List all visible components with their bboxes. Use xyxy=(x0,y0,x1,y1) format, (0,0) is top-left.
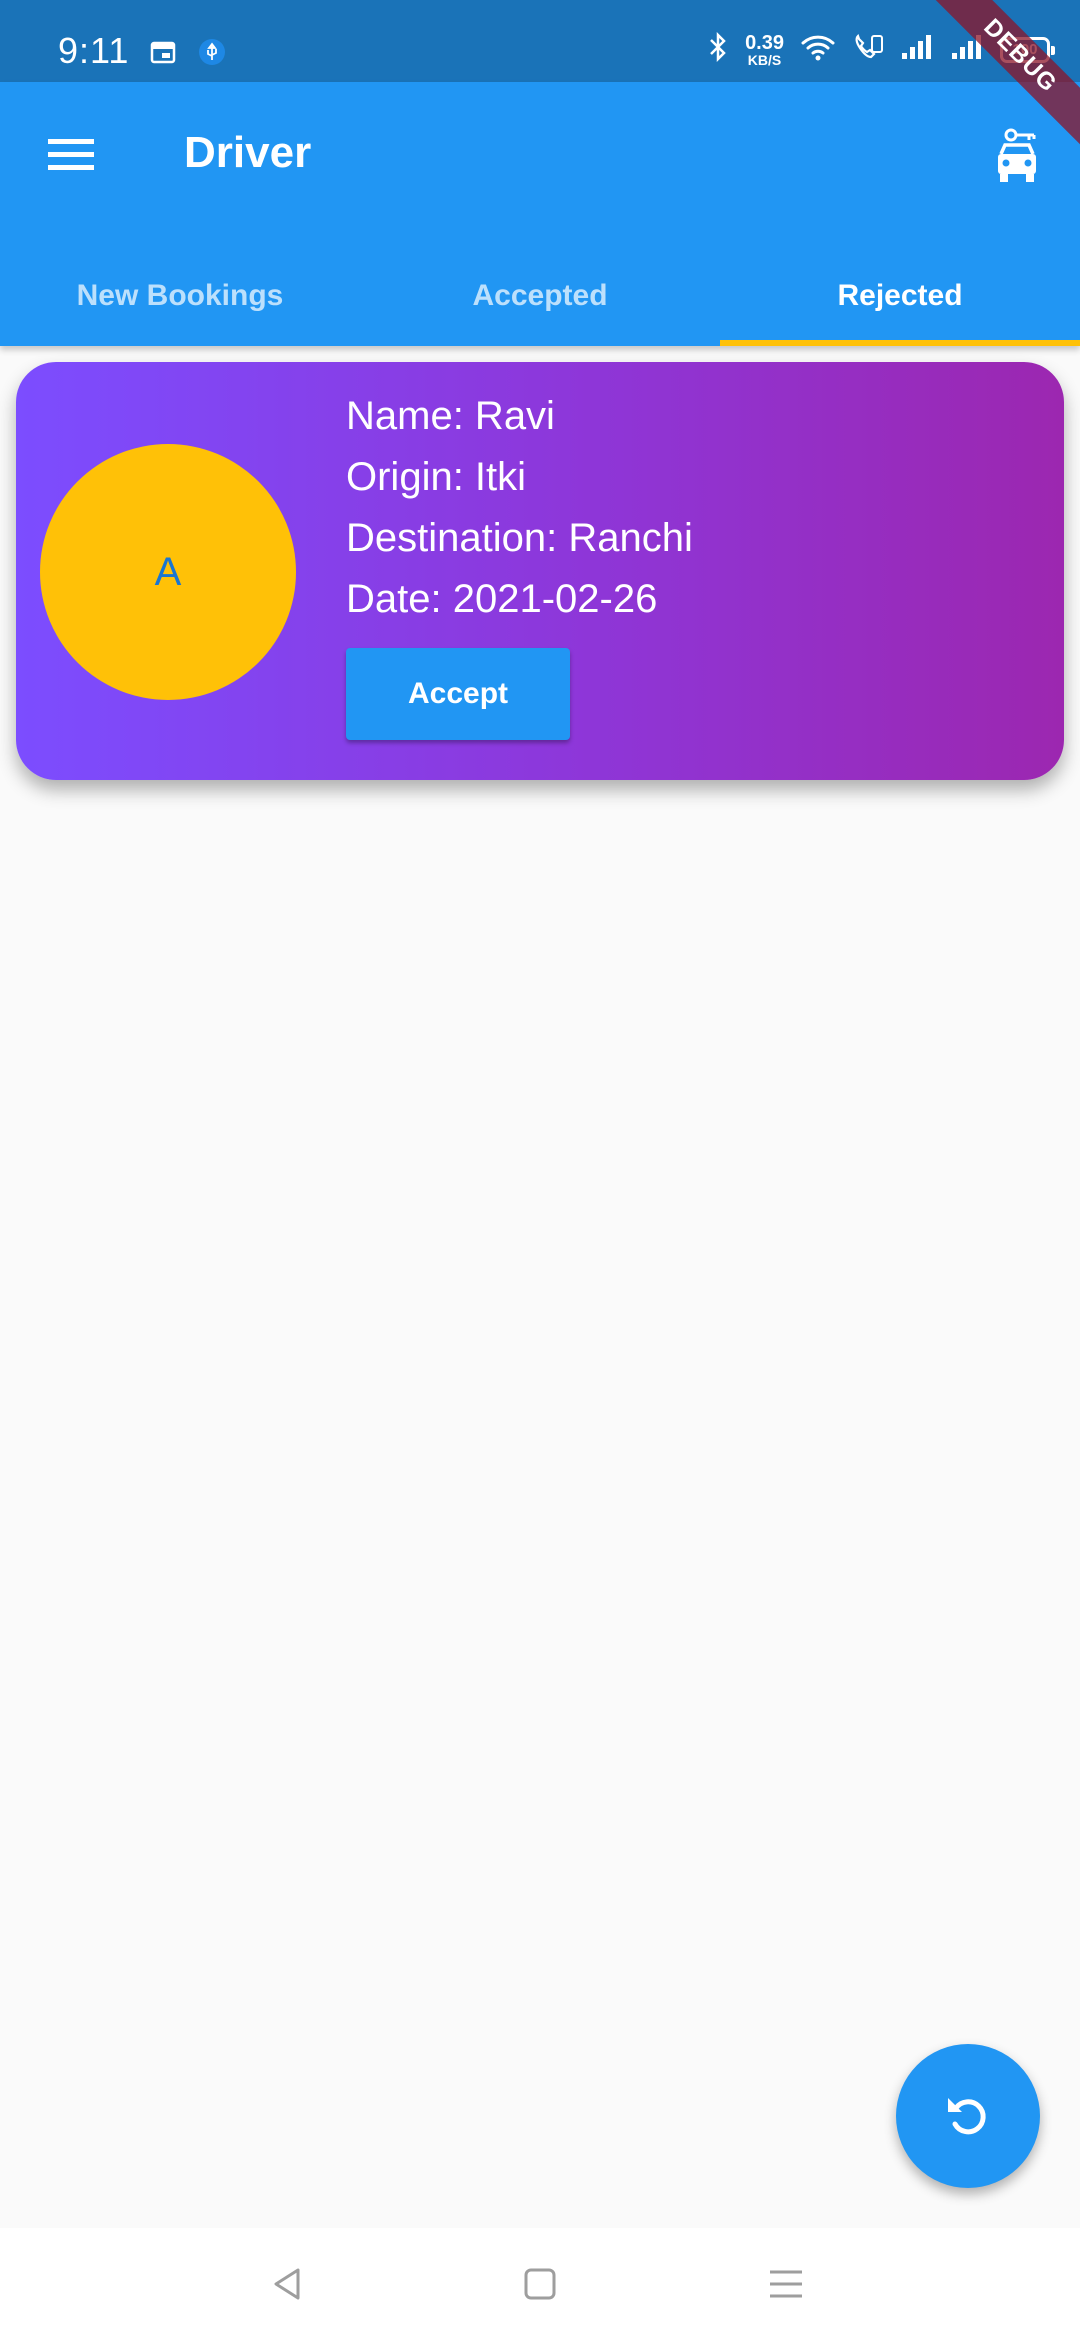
network-speed-value: 0.39 xyxy=(745,31,784,54)
accept-button[interactable]: Accept xyxy=(346,648,570,740)
bluetooth-icon xyxy=(707,31,729,67)
signal-icon-1 xyxy=(900,33,934,66)
home-square-icon xyxy=(522,2266,558,2307)
booking-name: Name: Ravi xyxy=(346,394,555,438)
network-speed-unit: KB/S xyxy=(747,51,782,68)
tab-accepted[interactable]: Accepted xyxy=(360,246,720,346)
booking-info: Name: Ravi Origin: Itki Destination: Ran… xyxy=(346,386,693,630)
tab-new-bookings[interactable]: New Bookings xyxy=(0,246,360,346)
menu-button[interactable] xyxy=(34,120,108,194)
app-bar: Driver New Bookings Accepted Rejected xyxy=(0,82,1080,346)
nav-home-button[interactable] xyxy=(510,2256,570,2316)
booking-card: A Name: Ravi Origin: Itki Destination: R… xyxy=(16,362,1064,780)
menu-icon xyxy=(46,136,96,179)
network-speed: 0.39 KB/S xyxy=(745,33,784,67)
wifi-icon xyxy=(800,33,836,66)
page-title: Driver xyxy=(184,128,312,177)
nav-menu-button[interactable] xyxy=(756,2256,816,2316)
car-icon xyxy=(995,128,1039,191)
booking-date: Date: 2021-02-26 xyxy=(346,577,658,621)
status-time: 9:11 xyxy=(58,30,130,71)
tab-rejected[interactable]: Rejected xyxy=(720,246,1080,346)
system-nav-bar xyxy=(0,2228,1080,2340)
battery-indicator: 100 xyxy=(1000,36,1055,63)
refresh-button[interactable] xyxy=(896,2044,1040,2188)
booking-origin: Origin: Itki xyxy=(346,455,527,499)
refresh-icon xyxy=(940,2086,996,2147)
back-triangle-icon xyxy=(268,2264,308,2309)
booking-destination: Destination: Ranchi xyxy=(346,516,693,560)
signal-icon-2 xyxy=(950,33,984,66)
tab-bar: New Bookings Accepted Rejected xyxy=(0,246,1080,346)
calendar-icon xyxy=(150,40,176,69)
menu-lines-icon xyxy=(766,2266,806,2307)
volte-call-icon xyxy=(852,32,884,67)
car-button[interactable] xyxy=(980,122,1054,196)
usb-icon xyxy=(198,38,226,71)
avatar: A xyxy=(40,444,296,700)
nav-back-button[interactable] xyxy=(258,2256,318,2316)
status-bar: 9:11 0.39 KB/S 100 xyxy=(0,0,1080,82)
